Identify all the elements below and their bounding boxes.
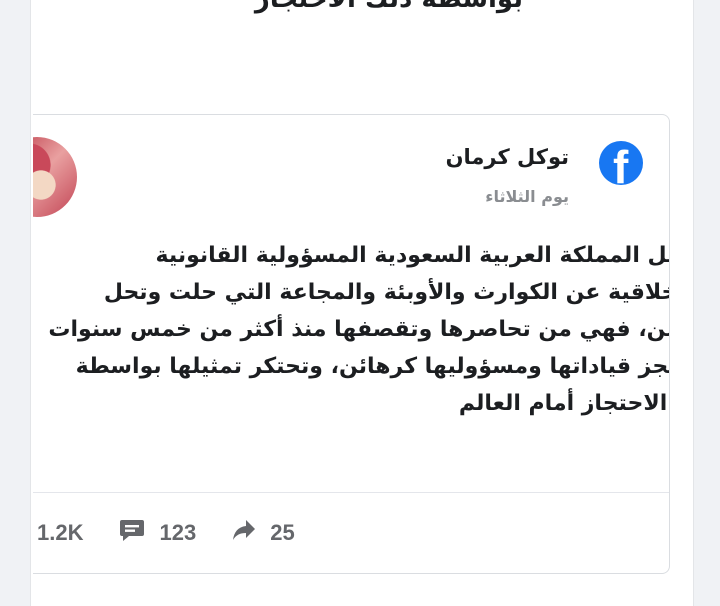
post-divider bbox=[33, 492, 669, 493]
facebook-icon[interactable]: f bbox=[599, 141, 643, 185]
post-line: ذلك الاحتجاز أمام العالم bbox=[458, 391, 669, 416]
post-line: باليمن، فهي من تحاصرها وتقصفها منذ أكثر … bbox=[48, 317, 670, 342]
post-line: وتحتجز قياداتها ومسؤوليها كرهائن، وتحتكر… bbox=[75, 354, 670, 379]
share-count[interactable]: 25 bbox=[232, 519, 295, 547]
previous-post-text: بواسطة ذلك الاحتجاز bbox=[255, 0, 523, 14]
post-line: والاخلاقية عن الكوارث والأوبئة والمجاعة … bbox=[103, 280, 670, 305]
post-line: تتحمل المملكة العربية السعودية المسؤولية… bbox=[155, 243, 670, 268]
comment-count-value: 123 bbox=[159, 520, 197, 545]
post-stats: 1.2K 123 25 bbox=[33, 515, 331, 551]
share-count-value: 25 bbox=[270, 520, 295, 545]
post-timestamp[interactable]: يوم الثلاثاء bbox=[485, 187, 569, 206]
comment-icon bbox=[119, 518, 145, 548]
like-count[interactable]: 1.2K bbox=[37, 520, 83, 546]
author-avatar[interactable] bbox=[33, 137, 77, 217]
comment-count[interactable]: 123 bbox=[119, 518, 196, 548]
post-author-name[interactable]: توكل كرمان bbox=[446, 145, 569, 169]
like-count-value: 1.2K bbox=[37, 520, 84, 545]
share-arrow-icon bbox=[232, 519, 256, 547]
facebook-post-embed[interactable]: توكل كرمان يوم الثلاثاء f تتحمل المملكة … bbox=[33, 114, 670, 574]
feed-page: بواسطة ذلك الاحتجاز توكل كرمان يوم الثلا… bbox=[30, 0, 694, 606]
post-body: تتحمل المملكة العربية السعودية المسؤولية… bbox=[48, 237, 670, 422]
